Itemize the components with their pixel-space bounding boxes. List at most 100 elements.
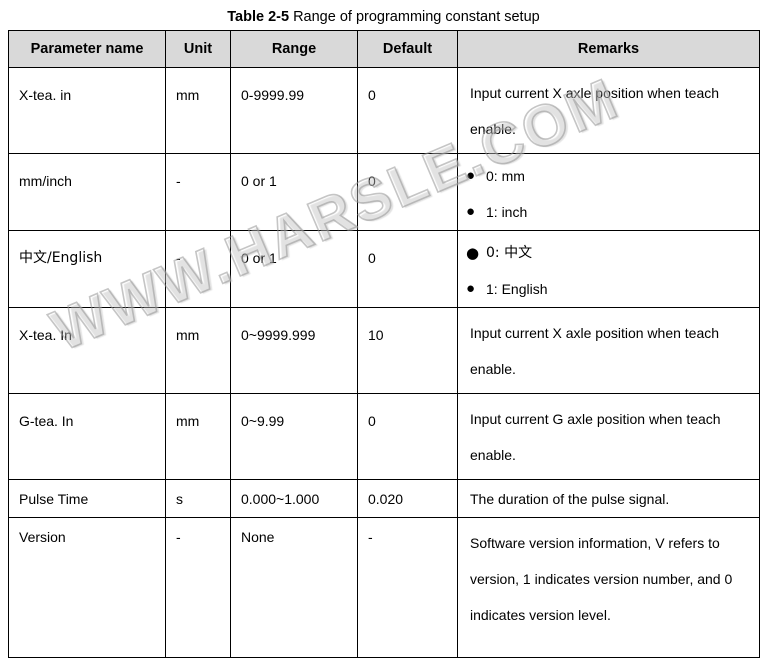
list-item: ● 0: mm [458,158,759,194]
cell-text: 0 or 1 [241,173,277,189]
cell-text: 0 [368,413,376,429]
cell-text: - [176,250,181,266]
cell-text: s [176,491,183,507]
list-item-label: 0: mm [486,168,525,184]
table-row: Pulse Time s 0.000~1.000 0.020 The durat… [8,479,760,518]
cell-default: 0 [357,393,458,480]
cell-remarks: Input current G axle position when teach… [457,393,760,480]
cell-text: mm/inch [19,173,72,189]
cell-remarks: ● 0: mm ● 1: inch [457,153,760,231]
table-row: X-tea. in mm 0-9999.99 0 Input current X… [8,67,760,154]
cell-text: 0 [368,173,376,189]
cell-remarks: Input current X axle position when teach… [457,67,760,154]
list-item-label: 1: inch [486,204,528,220]
table-number-label: Table 2-5 [227,9,290,25]
parameter-table-container: Parameter name Unit Range Default Remark… [8,30,760,658]
cell-remarks: ● 0: 中文 ● 1: English [457,230,760,308]
column-header-remarks: Remarks [457,30,760,68]
cell-text: X-tea. in [19,87,72,103]
cell-text: 0 [368,87,376,103]
cell-text: G-tea. In [19,413,74,429]
bullet-icon: ● [466,167,476,184]
cell-text: mm [176,327,200,343]
list-item: ● 0: 中文 [458,235,759,271]
cell-parameter-name: 中文/English [8,230,166,308]
cell-parameter-name: X-tea. in [8,67,166,154]
cell-text: 0~9999.999 [241,327,316,343]
cell-default: 0 [357,153,458,231]
table-caption-text: Range of programming constant setup [289,9,540,25]
bullet-icon: ● [466,203,476,220]
list-item-label: 1: English [486,281,548,297]
cell-text: Input current X axle position when teach… [470,325,720,377]
bullet-icon: ● [466,244,480,262]
cell-default: 0 [357,67,458,154]
cell-text: 0.020 [368,491,404,507]
column-header-unit: Unit [165,30,231,68]
cell-parameter-name: mm/inch [8,153,166,231]
bullet-icon: ● [466,280,476,297]
cell-range: 0~9.99 [230,393,358,480]
cell-remarks: Input current X axle position when teach… [457,307,760,394]
list-item: ● 1: English [458,271,759,307]
table-row: G-tea. In mm 0~9.99 0 Input current G ax… [8,393,760,480]
cell-remarks: The duration of the pulse signal. [457,479,760,518]
cell-text: - [368,529,373,545]
cell-parameter-name: G-tea. In [8,393,166,480]
cell-parameter-name: Version [8,517,166,658]
table-row: 中文/English - 0 or 1 0 ● 0: 中文 ● 1: English [8,230,760,308]
cell-text: 10 [368,327,384,343]
table-row: X-tea. In mm 0~9999.999 10 Input current… [8,307,760,394]
cell-unit: - [165,230,231,308]
cell-range: 0-9999.99 [230,67,358,154]
cell-unit: s [165,479,231,518]
cell-range: 0~9999.999 [230,307,358,394]
cell-text: X-tea. In [19,327,72,343]
cell-unit: - [165,517,231,658]
cell-range: 0.000~1.000 [230,479,358,518]
cell-default: 0 [357,230,458,308]
column-header-range: Range [230,30,358,68]
cell-text: 0 [368,250,376,266]
cell-text: mm [176,413,200,429]
cell-parameter-name: Pulse Time [8,479,166,518]
cell-unit: - [165,153,231,231]
table-row: mm/inch - 0 or 1 0 ● 0: mm ● 1: inch [8,153,760,231]
cell-text: Software version information, V refers t… [470,535,733,623]
cell-text: Input current G axle position when teach… [470,411,721,463]
cell-unit: mm [165,67,231,154]
table-body: X-tea. in mm 0-9999.99 0 Input current X… [8,67,760,658]
cell-text: 0~9.99 [241,413,285,429]
cell-range: 0 or 1 [230,153,358,231]
column-header-default: Default [357,30,458,68]
cell-remarks: Software version information, V refers t… [457,517,760,658]
cell-text: 0-9999.99 [241,87,305,103]
document-page: Table 2-5 Range of programming constant … [0,0,767,658]
cell-text: mm [176,87,200,103]
cell-text: - [176,529,181,545]
table-header: Parameter name Unit Range Default Remark… [8,30,760,68]
cell-text: 中文/English [19,250,103,266]
cell-parameter-name: X-tea. In [8,307,166,394]
remarks-bullet-list: ● 0: mm ● 1: inch [458,154,759,230]
cell-text: Pulse Time [19,491,89,507]
cell-default: 10 [357,307,458,394]
cell-text: Input current X axle position when teach… [470,85,720,137]
list-item: ● 1: inch [458,194,759,230]
cell-default: 0.020 [357,479,458,518]
cell-text: 0 or 1 [241,250,277,266]
cell-text: The duration of the pulse signal. [470,491,670,507]
table-header-row: Parameter name Unit Range Default Remark… [8,30,760,68]
cell-text: None [241,529,275,545]
page-title: Table 2-5 Range of programming constant … [0,8,767,26]
cell-text: 0.000~1.000 [241,491,320,507]
cell-unit: mm [165,393,231,480]
cell-text: Version [19,529,66,545]
table-row: Version - None - Software version inform… [8,517,760,658]
list-item-label: 0: 中文 [486,245,533,261]
cell-unit: mm [165,307,231,394]
cell-default: - [357,517,458,658]
column-header-parameter-name: Parameter name [8,30,166,68]
parameter-table: Parameter name Unit Range Default Remark… [8,30,760,658]
cell-range: 0 or 1 [230,230,358,308]
